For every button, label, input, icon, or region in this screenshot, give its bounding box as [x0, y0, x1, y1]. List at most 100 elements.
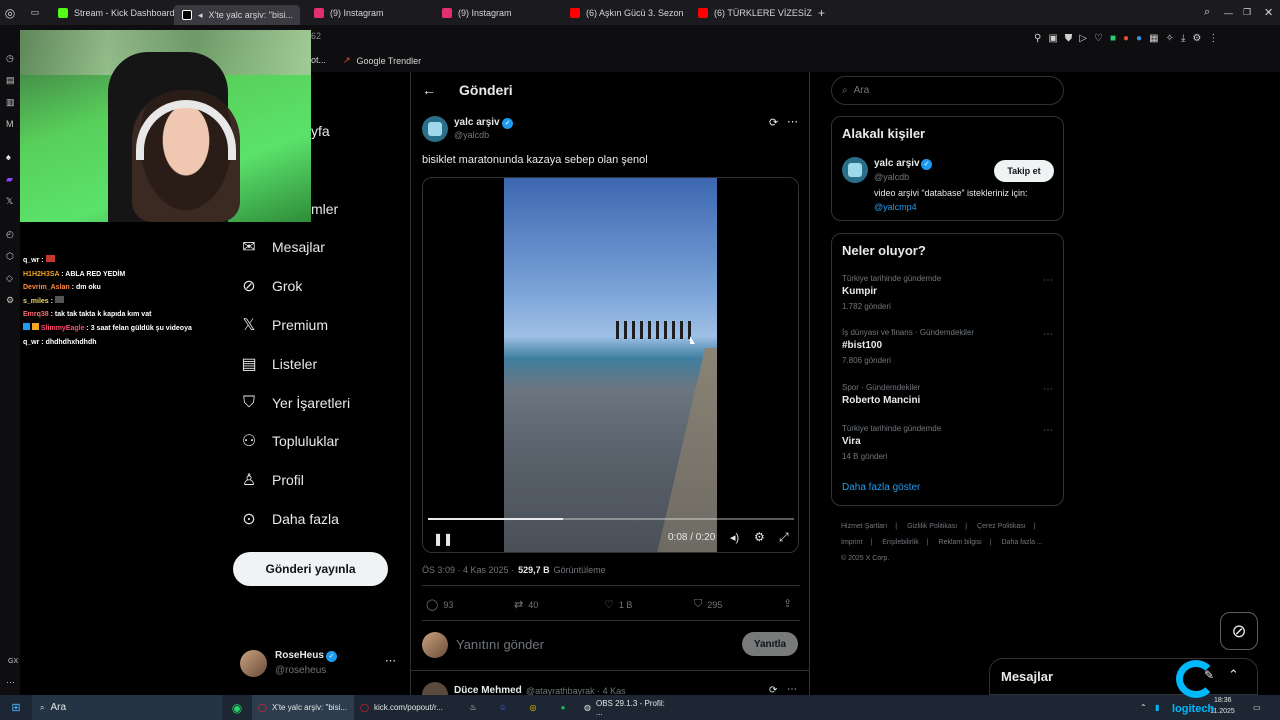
footer-link[interactable]: Erişilebilirlik — [882, 539, 919, 546]
bag-icon[interactable]: ▤ — [6, 75, 16, 85]
extension-red-icon[interactable]: ● — [1123, 33, 1129, 44]
menu-icon[interactable]: ⋮ — [1208, 33, 1218, 44]
volume-icon[interactable]: ◂) — [730, 531, 739, 544]
account-more-icon[interactable]: ⋯ — [385, 654, 396, 667]
nav-messages[interactable]: ✉ Mesajlar — [240, 238, 325, 256]
x-sidebar-icon[interactable]: 𝕏 — [6, 196, 16, 206]
messages-drawer[interactable]: Mesajlar ✎ ⌃ — [989, 658, 1258, 695]
show-more-link[interactable]: Daha fazla göster — [842, 482, 920, 493]
search-tabs-icon[interactable]: ⌕ — [1204, 6, 1210, 19]
nav-more[interactable]: ⊙ Daha fazla — [240, 510, 339, 528]
post-button[interactable]: Gönderi yayınla — [233, 552, 388, 586]
screenshot-icon[interactable]: ▣ — [1048, 33, 1057, 44]
minimize-button[interactable]: — — [1224, 8, 1233, 18]
tray-chevron-icon[interactable]: ⌃ — [1140, 703, 1147, 712]
video-settings-icon[interactable]: ⚙ — [754, 530, 765, 544]
bookmark-stat[interactable]: ⛉ 295 — [694, 598, 722, 611]
expand-drawer-icon[interactable]: ⌃ — [1228, 667, 1239, 683]
clock-time[interactable]: 18:36 — [1214, 697, 1232, 704]
nav-partial-home[interactable]: yfa — [311, 123, 330, 139]
tab-instagram-1[interactable]: (9) Instagram — [306, 0, 434, 25]
related-link[interactable]: @yalcmp4 — [874, 202, 917, 212]
back-arrow-icon[interactable]: ← — [422, 82, 436, 98]
nav-partial-notifications[interactable]: mler — [311, 201, 338, 217]
nav-communities[interactable]: ⚇ Topluluklar — [240, 432, 339, 450]
whatsapp-icon[interactable]: ◉ — [222, 701, 252, 715]
trend-item[interactable]: Spor · Gündemdekiler Roberto Mancini — [842, 383, 1052, 406]
share-icon[interactable]: ⇪ — [783, 597, 792, 610]
footer-link[interactable]: Gizlilik Politikası — [907, 523, 957, 530]
tab-youtube-1[interactable]: (6) Aşkın Gücü 3. Sezon — [562, 0, 690, 25]
browser-logo-icon[interactable]: ◎ — [0, 6, 20, 20]
footer-link[interactable]: Hizmet Şartları — [841, 523, 887, 530]
reply-stat[interactable]: ◯ 93 — [426, 598, 453, 611]
nav-grok[interactable]: ⊘ Grok — [240, 277, 302, 295]
nav-premium[interactable]: 𝕏 Premium — [240, 316, 328, 334]
taskbar-item-kick[interactable]: ◯ kick.com/popout/r... — [354, 695, 458, 720]
pause-icon[interactable]: ❚❚ — [433, 532, 453, 546]
account-switcher[interactable]: RoseHeus ✓ @roseheus ⋯ — [240, 648, 400, 680]
post-more-icon[interactable]: ⋯ — [787, 115, 798, 128]
discord-icon[interactable]: ☺ — [488, 703, 518, 712]
author-avatar[interactable] — [422, 116, 448, 142]
mail-sidebar-icon[interactable]: M — [6, 119, 16, 129]
extensions-icon[interactable]: ✧ — [1166, 33, 1174, 44]
twitch-icon[interactable]: ▰ — [6, 174, 16, 184]
reply-button[interactable]: Yanıtla — [742, 632, 798, 656]
fullscreen-icon[interactable]: ⤢ — [779, 530, 789, 545]
wallet-icon[interactable]: ▥ — [6, 97, 16, 107]
footer-link[interactable]: Çerez Politikası — [977, 523, 1026, 530]
new-tab-button[interactable]: + — [818, 6, 825, 20]
spotify-icon[interactable]: ● — [548, 703, 578, 712]
footer-link[interactable]: Imprint — [841, 539, 862, 546]
trend-item[interactable]: Türkiye tarihinde gündemde Vira 14 B gön… — [842, 424, 1052, 461]
grok-explain-icon[interactable]: ⟳ — [769, 116, 778, 129]
tab-kick-dashboard[interactable]: Stream - Kick Dashboard — [50, 0, 174, 25]
cube-icon[interactable]: ⬡ — [6, 251, 16, 261]
play-icon[interactable]: ▷ — [1079, 33, 1087, 44]
settings-icon[interactable]: ⚙ — [1192, 33, 1201, 44]
author-handle[interactable]: @yalcdb — [454, 130, 489, 140]
translate-icon[interactable]: ▦ — [1149, 33, 1158, 44]
notification-icon[interactable]: ▭ — [1253, 703, 1261, 712]
bookmark-google-trends[interactable]: Google Trendler — [357, 56, 422, 66]
taskbar-search[interactable]: ⌕ Ara — [32, 695, 222, 720]
start-icon[interactable]: ⊞ — [0, 701, 32, 714]
nav-bookmarks[interactable]: ⛉ Yer İşaretleri — [240, 394, 350, 412]
video-player[interactable]: ❚❚ 0:08 / 0:20 ◂) ⚙ ⤢ — [422, 177, 799, 553]
search-input[interactable]: ⌕ Ara — [831, 76, 1064, 105]
kick-sidebar-icon[interactable]: ♠ — [6, 152, 16, 162]
trend-more-icon[interactable]: ⋯ — [1043, 275, 1053, 286]
download-icon[interactable]: ⤓ — [1181, 33, 1185, 44]
footer-link[interactable]: Reklam bilgisi — [939, 539, 982, 546]
video-progress-track[interactable] — [428, 518, 794, 520]
author-name[interactable]: yalc arşiv — [454, 117, 500, 128]
bookmark-fragment[interactable]: ot... — [311, 55, 326, 65]
footer-link[interactable]: Daha fazla ... — [1002, 539, 1043, 546]
steam-icon[interactable]: ♨ — [458, 703, 488, 712]
more-sidebar-icon[interactable]: ⋯ — [6, 677, 16, 687]
shield-icon[interactable]: ⛊ — [1065, 33, 1073, 44]
nav-lists[interactable]: ▤ Listeler — [240, 355, 317, 373]
restore-button[interactable]: ❐ — [1243, 7, 1251, 18]
repost-stat[interactable]: ⇄ 40 — [514, 598, 538, 611]
next-reply-more-icon[interactable]: ⋯ — [787, 684, 797, 695]
taskbar-item-obs[interactable]: ◍ OBS 29.1.3 - Profil: ... — [578, 695, 678, 720]
post-timestamp[interactable]: ÖS 3:09 · 4 Kas 2025 · — [422, 565, 514, 575]
gx-icon[interactable]: GX — [8, 657, 18, 667]
history-icon[interactable]: ◷ — [6, 53, 16, 63]
tab-x-post[interactable]: ◂ X'te yalc arşiv: "bisi... — [174, 5, 300, 25]
tab-overview-icon[interactable]: ▭ — [20, 7, 50, 18]
follow-button[interactable]: Takip et — [994, 160, 1054, 182]
taskbar-item-browser[interactable]: ◯ X'te yalc arşiv: "bisi... — [252, 695, 354, 720]
trend-item[interactable]: Türkiye tarihinde gündemde Kumpir 1.782 … — [842, 274, 1052, 311]
extension-green-icon[interactable]: ■ — [1110, 33, 1116, 44]
trend-more-icon[interactable]: ⋯ — [1043, 425, 1053, 436]
related-avatar[interactable] — [842, 157, 868, 183]
extension-blue-icon[interactable]: ● — [1136, 33, 1142, 44]
logitech-tray-icon[interactable]: ▮ — [1155, 703, 1159, 712]
gear-sidebar-icon[interactable]: ⚙ — [6, 295, 16, 305]
tab-instagram-2[interactable]: (9) Instagram — [434, 0, 562, 25]
reply-input[interactable]: Yanıtını gönder — [456, 637, 544, 652]
trend-more-icon[interactable]: ⋯ — [1043, 384, 1053, 395]
